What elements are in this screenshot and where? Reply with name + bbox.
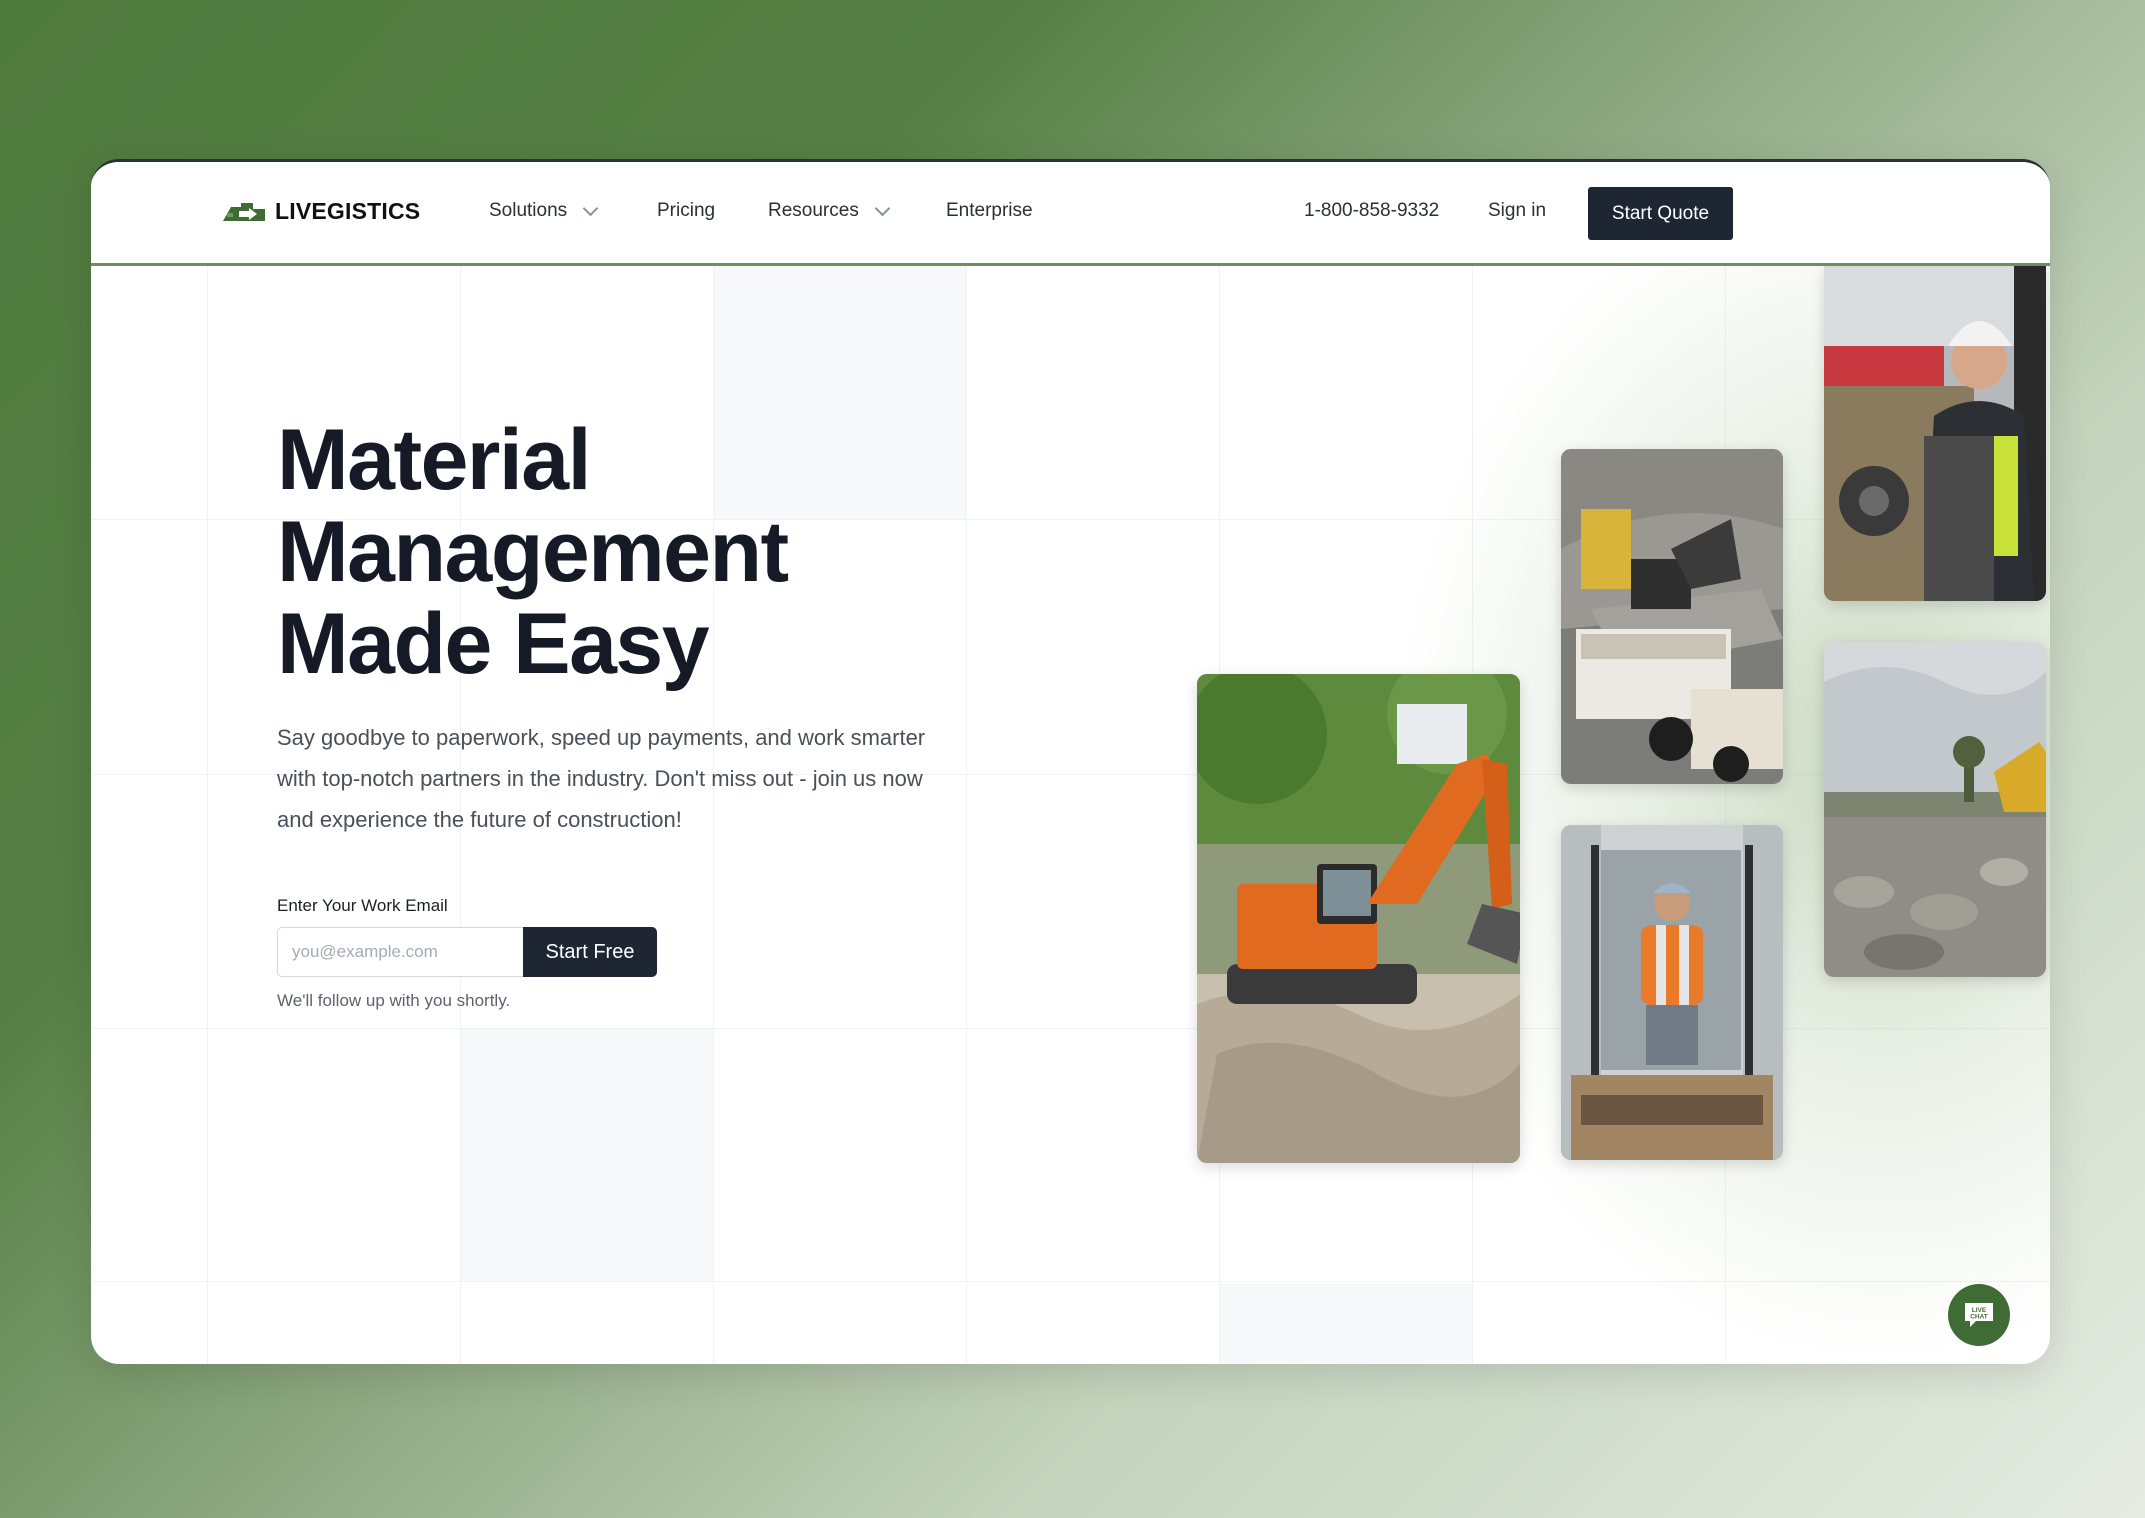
browser-window: LIVEGISTICS Solutions Pricing Resources … <box>91 159 2050 1364</box>
email-label: Enter Your Work Email <box>277 896 448 915</box>
email-input[interactable] <box>277 927 524 977</box>
start-quote-button[interactable]: Start Quote <box>1588 187 1733 240</box>
rubble-site-photo <box>1824 642 2046 977</box>
brand-logo[interactable]: LIVEGISTICS <box>221 198 420 225</box>
phone-link[interactable]: 1-800-858-9332 <box>1304 200 1439 222</box>
excavator-photo <box>1197 674 1520 1163</box>
chevron-down-icon <box>874 200 891 216</box>
live-chat-button[interactable]: LIVE CHAT <box>1948 1284 2010 1346</box>
logo-truck-icon <box>223 202 265 221</box>
start-free-button[interactable]: Start Free <box>523 927 657 977</box>
headline-line-1: Material <box>277 412 592 508</box>
headline-line-2: Management <box>277 504 789 600</box>
hero-subtext: Say goodbye to paperwork, speed up payme… <box>277 725 926 832</box>
nav-solutions[interactable]: Solutions <box>489 200 599 222</box>
worker-portrait-photo <box>1824 266 2046 601</box>
signin-link[interactable]: Sign in <box>1488 200 1546 222</box>
chevron-down-icon <box>582 200 599 216</box>
headline-line-3: Made Easy <box>277 596 710 692</box>
brand-name: LIVEGISTICS <box>275 198 421 224</box>
top-navbar: LIVEGISTICS Solutions Pricing Resources … <box>91 162 2050 266</box>
follow-up-note: We'll follow up with you shortly. <box>277 991 511 1010</box>
nav-pricing-label: Pricing <box>657 200 716 221</box>
nav-resources-label: Resources <box>768 200 859 221</box>
loader-operator-photo <box>1561 825 1783 1160</box>
dump-truck-photo <box>1561 449 1783 784</box>
nav-enterprise[interactable]: Enterprise <box>946 200 1033 222</box>
nav-resources[interactable]: Resources <box>768 200 891 222</box>
nav-enterprise-label: Enterprise <box>946 200 1033 221</box>
nav-solutions-label: Solutions <box>489 200 568 221</box>
chat-label-line-2: CHAT <box>1970 1314 1988 1321</box>
hero-headline: Material Management Made Easy <box>277 414 977 690</box>
chat-bubble-icon: LIVE CHAT <box>1965 1303 1993 1327</box>
nav-pricing[interactable]: Pricing <box>657 200 715 222</box>
